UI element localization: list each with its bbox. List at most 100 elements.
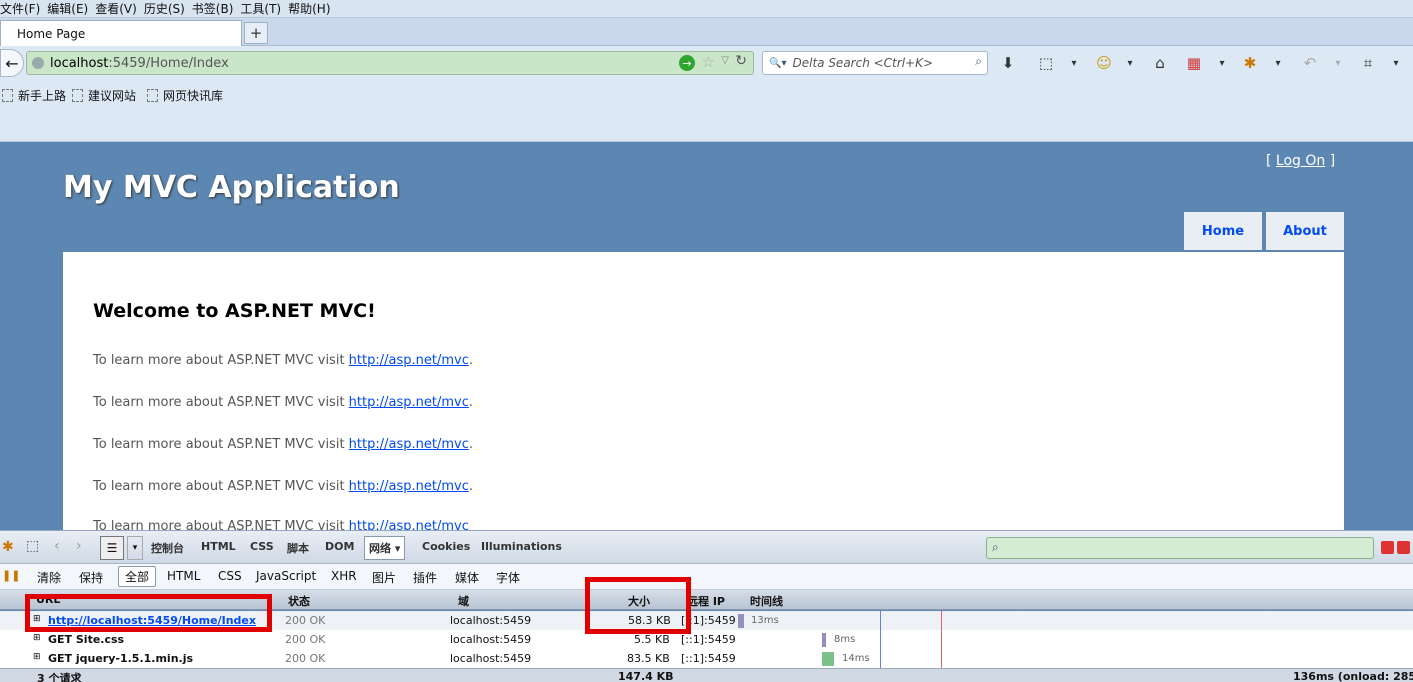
screenshot-menu-icon[interactable]: ▾ [1064, 53, 1084, 73]
filter-fonts[interactable]: 字体 [496, 569, 520, 586]
col-domain[interactable]: 域 [458, 593, 469, 609]
bookmark-item[interactable]: 新手上路 [2, 87, 66, 104]
log-on-link[interactable]: Log On [1276, 153, 1325, 169]
clear-button[interactable]: 清除 [37, 569, 61, 586]
asp-net-link[interactable]: http://asp.net/mvc [349, 395, 469, 410]
filter-xhr[interactable]: XHR [331, 569, 357, 583]
col-timeline[interactable]: 时间线 [750, 593, 783, 609]
url-path: :5459/Home/Index [108, 55, 229, 71]
paragraph-end: . [468, 479, 473, 494]
total-size: 147.4 KB [618, 670, 674, 682]
crop-menu-icon[interactable]: ▾ [1386, 53, 1406, 73]
forward-icon[interactable]: › [76, 538, 82, 554]
fb-tab-dom[interactable]: DOM [325, 540, 354, 553]
fb-tab-script[interactable]: 脚本 [287, 540, 309, 556]
bookmarks-bar: 新手上路 建议网站 网页快讯库 [0, 82, 1413, 142]
menu-file[interactable]: 文件(F) [0, 0, 47, 17]
back-button[interactable]: ← [0, 49, 24, 77]
request-domain: localhost:5459 [450, 652, 532, 665]
search-icon[interactable]: ⌕ [975, 54, 982, 69]
fb-tab-cookies[interactable]: Cookies [422, 540, 470, 553]
login-bracket: [ [1266, 153, 1276, 169]
paragraph-text: To learn more about ASP.NET MVC visit [93, 437, 349, 452]
filter-plugins[interactable]: 插件 [413, 569, 437, 586]
asp-net-link[interactable]: http://asp.net/mvc [349, 479, 469, 494]
asp-net-link[interactable]: http://asp.net/mvc [349, 353, 469, 368]
pause-icon[interactable]: ❚❚ [2, 569, 20, 582]
fb-tab-net[interactable]: 网络 ▾ [364, 536, 406, 560]
apps-menu-icon[interactable]: ▾ [1212, 53, 1232, 73]
request-url[interactable]: GET Site.css [48, 633, 124, 646]
filter-images[interactable]: 图片 [372, 569, 396, 586]
asp-net-link[interactable]: http://asp.net/mvc [349, 519, 469, 530]
bookmark-item[interactable]: 建议网站 [72, 87, 136, 104]
filter-javascript[interactable]: JavaScript [256, 569, 316, 583]
minimize-icon[interactable] [1381, 541, 1394, 554]
tab-title: Home Page [17, 26, 86, 41]
reload-icon[interactable]: ↻ [735, 53, 747, 69]
search-engine-icon[interactable]: 🔍▾ [769, 58, 786, 69]
expand-icon[interactable]: ⊞ [33, 633, 41, 643]
menu-edit[interactable]: 编辑(E) [47, 0, 95, 17]
fb-tab-illuminations[interactable]: Illuminations [481, 540, 562, 553]
request-url[interactable]: GET jquery-1.5.1.min.js [48, 652, 193, 665]
apps-icon[interactable]: ▦ [1184, 53, 1204, 73]
menu-history[interactable]: 历史(S) [144, 0, 192, 17]
menu-bookmarks[interactable]: 书签(B) [192, 0, 241, 17]
request-status: 200 OK [285, 652, 326, 665]
menu-view[interactable]: 查看(V) [95, 0, 144, 17]
screenshot-icon[interactable]: ⬚ [1036, 53, 1056, 73]
asp-net-link[interactable]: http://asp.net/mvc [349, 437, 469, 452]
new-tab-button[interactable]: + [244, 22, 268, 44]
expand-icon[interactable]: ⊞ [33, 652, 41, 662]
filter-css[interactable]: CSS [218, 569, 242, 583]
search-bar[interactable]: 🔍▾ Delta Search <Ctrl+K> ⌕ [762, 51, 988, 75]
firebug-search-input[interactable]: ⌕ [986, 537, 1374, 559]
globe-icon [32, 57, 44, 69]
download-icon[interactable]: ⬇ [998, 53, 1018, 73]
home-icon[interactable]: ⌂ [1150, 53, 1170, 73]
nav-about-tab[interactable]: About [1266, 212, 1344, 250]
undo-icon[interactable]: ↶ [1300, 53, 1320, 73]
filter-all[interactable]: 全部 [118, 566, 157, 587]
back-icon[interactable]: ‹ [54, 538, 60, 554]
col-remote-ip[interactable]: 远程 IP [687, 593, 725, 609]
persist-button[interactable]: 保持 [79, 569, 103, 586]
net-filter-bar: ❚❚ 清除 保持 全部 HTML CSS JavaScript XHR 图片 插… [0, 564, 1413, 590]
star-icon[interactable]: ☆ [702, 53, 715, 71]
filter-html[interactable]: HTML [167, 569, 200, 583]
firebug-icon[interactable]: ✱ [1240, 53, 1260, 73]
url-bar[interactable]: localhost:5459/Home/Index → ☆ ▽ ↻ [26, 51, 754, 75]
net-summary: 3 个请求 147.4 KB 136ms (onload: 285m [0, 668, 1413, 682]
request-size: 5.5 KB [634, 633, 670, 646]
request-size: 83.5 KB [627, 652, 670, 665]
col-status[interactable]: 状态 [288, 593, 310, 609]
firebug-icon[interactable]: ✱ [2, 539, 14, 555]
fb-tab-console[interactable]: 控制台 [151, 540, 184, 556]
list-icon[interactable]: ☰ [100, 536, 124, 560]
table-row[interactable]: ⊞ GET Site.css 200 OK localhost:5459 5.5… [0, 630, 1413, 649]
app-title: My MVC Application [63, 170, 400, 205]
fb-tab-css[interactable]: CSS [250, 540, 274, 553]
smiley-menu-icon[interactable]: ▾ [1120, 53, 1140, 73]
paragraph-text: To learn more about ASP.NET MVC visit [93, 519, 349, 530]
tab-home-page[interactable]: Home Page [0, 20, 242, 46]
bookmark-icon [2, 89, 13, 102]
panel-menu-icon[interactable]: ▾ [127, 536, 143, 560]
menu-help[interactable]: 帮助(H) [288, 0, 337, 17]
close-icon[interactable] [1397, 541, 1410, 554]
smiley-icon[interactable]: ☺ [1094, 53, 1114, 73]
dropdown-icon[interactable]: ▽ [721, 55, 729, 66]
bookmark-item[interactable]: 网页快讯库 [147, 87, 223, 104]
go-icon[interactable]: → [679, 55, 695, 71]
firebug-menu-icon[interactable]: ▾ [1268, 53, 1288, 73]
crop-icon[interactable]: ⌗ [1358, 53, 1378, 73]
inspect-icon[interactable]: ⬚ [26, 538, 39, 554]
nav-home-tab[interactable]: Home [1184, 212, 1262, 250]
table-row[interactable]: ⊞ GET jquery-1.5.1.min.js 200 OK localho… [0, 649, 1413, 668]
menu-tools[interactable]: 工具(T) [240, 0, 288, 17]
dom-content-loaded-marker [880, 611, 881, 668]
filter-media[interactable]: 媒体 [455, 569, 479, 586]
undo-menu-icon[interactable]: ▾ [1328, 53, 1348, 73]
fb-tab-html[interactable]: HTML [201, 540, 236, 553]
